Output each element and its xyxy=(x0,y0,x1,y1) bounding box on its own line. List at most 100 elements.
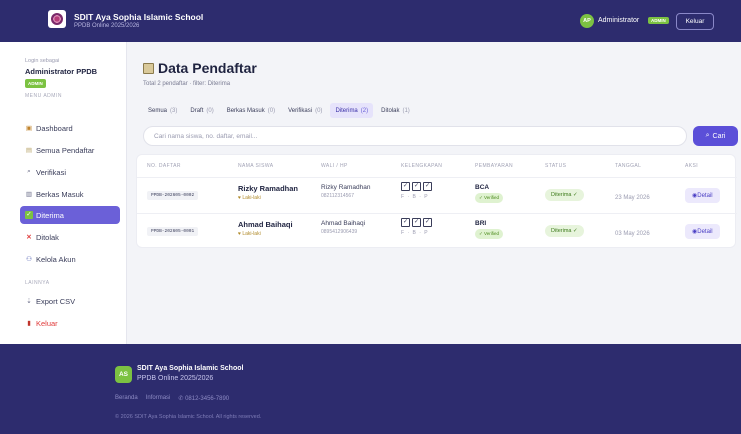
footer-phone[interactable]: ✆ 0812-3456-7890 xyxy=(178,395,229,402)
date: 23 May 2026 xyxy=(615,195,650,201)
other-section-title: LAINNYA xyxy=(25,280,50,286)
column-header: TANGGAL xyxy=(615,163,642,169)
sidebar-item-label: Semua Pendaftar xyxy=(36,145,95,155)
sidebar-item-label: Kelola Akun xyxy=(36,254,76,264)
student-name: Rizky Ramadhan xyxy=(238,184,299,193)
bank-name: BCA xyxy=(475,184,490,191)
footer-link-beranda[interactable]: Beranda xyxy=(115,395,138,402)
tab-verifikasi[interactable]: Verifikasi (0) xyxy=(283,103,327,118)
footer-link-informasi[interactable]: Informasi xyxy=(146,395,171,402)
sidebar-item-export-csv[interactable]: ⇣ Export CSV xyxy=(25,292,120,310)
tab-label: Verifikasi xyxy=(288,107,313,114)
search-button-label: Cari xyxy=(712,132,726,140)
search-icon: ⌕ xyxy=(27,168,31,175)
brand-subtitle: PPDB Online 2025/2026 xyxy=(74,23,140,29)
sidebar-item-semua-pendaftar[interactable]: ▤ Semua Pendaftar xyxy=(25,141,120,159)
payment-status-badge: ✓ Verified xyxy=(475,193,504,203)
top-bar: SDIT Aya Sophia Islamic School PPDB Onli… xyxy=(0,0,741,42)
tab-label: Ditolak xyxy=(381,107,400,114)
page-title: Data Pendaftar xyxy=(143,60,257,76)
school-logo-icon[interactable] xyxy=(48,10,66,28)
cross-icon: ✕ xyxy=(26,234,32,241)
tab-count: (0) xyxy=(206,107,214,114)
checkbox-icon: ✓ xyxy=(412,218,421,227)
completeness-legend: F · B · P xyxy=(401,194,429,200)
gender: ♥ Laki-laki xyxy=(238,231,261,237)
column-header: STATUS xyxy=(545,163,567,169)
sidebar-item-label: Berkas Masuk xyxy=(36,189,84,199)
tab-draft[interactable]: Draft (0) xyxy=(185,103,218,118)
footer-links: Beranda Informasi ✆ 0812-3456-7890 xyxy=(115,395,229,402)
tab-label: Berkas Masuk xyxy=(226,107,265,114)
tab-semua[interactable]: Semua (3) xyxy=(143,103,182,118)
tab-diterima[interactable]: Diterima (2) xyxy=(330,103,374,118)
brand-name: SDIT Aya Sophia Islamic School xyxy=(74,12,204,22)
tab-count: (2) xyxy=(360,107,369,114)
main-content: Data Pendaftar Total 2 pendaftar · filte… xyxy=(127,42,741,344)
tab-berkas-masuk[interactable]: Berkas Masuk (0) xyxy=(222,103,280,118)
tab-label: Diterima xyxy=(335,107,358,114)
tab-count: (3) xyxy=(170,107,178,114)
footer-school-name: SDIT Aya Sophia Islamic School xyxy=(137,365,244,372)
tab-count: (1) xyxy=(402,107,410,114)
role-badge: ADMIN xyxy=(648,17,669,24)
gender-label: Laki-laki xyxy=(242,195,261,201)
sidebar-item-label: Keluar xyxy=(36,318,58,328)
footer-logo: AS xyxy=(115,366,132,383)
column-header: AKSI xyxy=(685,163,698,169)
filter-tabs: Semua (3) Draft (0) Berkas Masuk (0) Verifi… xyxy=(143,103,415,118)
divider xyxy=(137,213,737,214)
sidebar-item-label: Ditolak xyxy=(36,232,59,242)
completeness-checks: ✓ ✓ ✓ xyxy=(401,218,432,227)
status-badge: Diterima ✓ xyxy=(545,225,584,237)
login-as-label: Login sebagai xyxy=(25,58,60,64)
detail-button[interactable]: ◉Detail xyxy=(685,188,720,203)
search-button[interactable]: ⌕ Cari xyxy=(693,126,738,146)
menu-section-title: MENU ADMIN xyxy=(25,93,62,99)
applicants-table: NO. DAFTAR NAMA SISWA WALI / HP KELENGKA… xyxy=(136,154,737,248)
completeness-checks: ✓ ✓ ✓ xyxy=(401,182,432,191)
footer-copyright: © 2026 SDIT Aya Sophia Islamic School. A… xyxy=(115,414,262,420)
dashboard-icon: ▣ xyxy=(25,125,33,132)
detail-label: Detail xyxy=(697,193,713,199)
phone-number: 0812-3456-7890 xyxy=(185,396,230,402)
detail-button[interactable]: ◉Detail xyxy=(685,224,720,239)
logout-icon: ▮ xyxy=(27,320,31,327)
sidebar-item-ditolak[interactable]: ✕ Ditolak xyxy=(25,228,120,246)
status-badge: Diterima ✓ xyxy=(545,189,584,201)
completeness-legend: F · B · P xyxy=(401,230,429,236)
gender: ♥ Laki-laki xyxy=(238,195,261,201)
guardian-name: Ahmad Baihaqi xyxy=(321,220,366,227)
avatar: AP xyxy=(580,14,594,28)
detail-label: Detail xyxy=(697,229,713,235)
check-icon: ✓ xyxy=(25,211,33,219)
tab-label: Draft xyxy=(190,107,204,114)
tab-count: (0) xyxy=(315,107,323,114)
tab-count: (0) xyxy=(267,107,276,114)
sidebar-item-kelola-akun[interactable]: ⚇ Kelola Akun xyxy=(25,250,120,268)
column-header: KELENGKAPAN xyxy=(401,163,443,169)
footer-subtitle: PPDB Online 2025/2026 xyxy=(137,375,214,382)
tab-ditolak[interactable]: Ditolak (1) xyxy=(376,103,415,118)
admin-name: Administrator PPDB xyxy=(25,67,98,76)
sidebar-item-keluar[interactable]: ▮ Keluar xyxy=(25,314,120,332)
checkbox-icon: ✓ xyxy=(401,218,410,227)
column-header: PEMBAYARAN xyxy=(475,163,513,169)
tab-label: Semua xyxy=(148,107,168,114)
brand[interactable]: SDIT Aya Sophia Islamic School PPDB Onli… xyxy=(74,12,203,30)
column-header: NAMA SISWA xyxy=(238,163,274,169)
sidebar-item-dashboard[interactable]: ▣ Dashboard xyxy=(25,119,120,137)
search-input[interactable]: Cari nama siswa, no. daftar, email... xyxy=(143,126,687,146)
sidebar-item-label: Dashboard xyxy=(36,123,73,133)
sidebar-item-diterima[interactable]: ✓ Diterima xyxy=(20,206,120,224)
sidebar-item-berkas-masuk[interactable]: ▥ Berkas Masuk xyxy=(25,185,120,203)
date: 03 May 2026 xyxy=(615,231,650,237)
divider xyxy=(137,177,737,178)
checkbox-icon: ✓ xyxy=(412,182,421,191)
gender-label: Laki-laki xyxy=(242,231,261,237)
sidebar-item-verifikasi[interactable]: ⌕ Verifikasi xyxy=(25,163,120,181)
logout-button[interactable]: Keluar xyxy=(676,13,714,30)
admin-badge: ADMIN xyxy=(25,79,46,88)
bank-name: BRI xyxy=(475,220,487,227)
footer: AS SDIT Aya Sophia Islamic School PPDB O… xyxy=(0,344,741,434)
